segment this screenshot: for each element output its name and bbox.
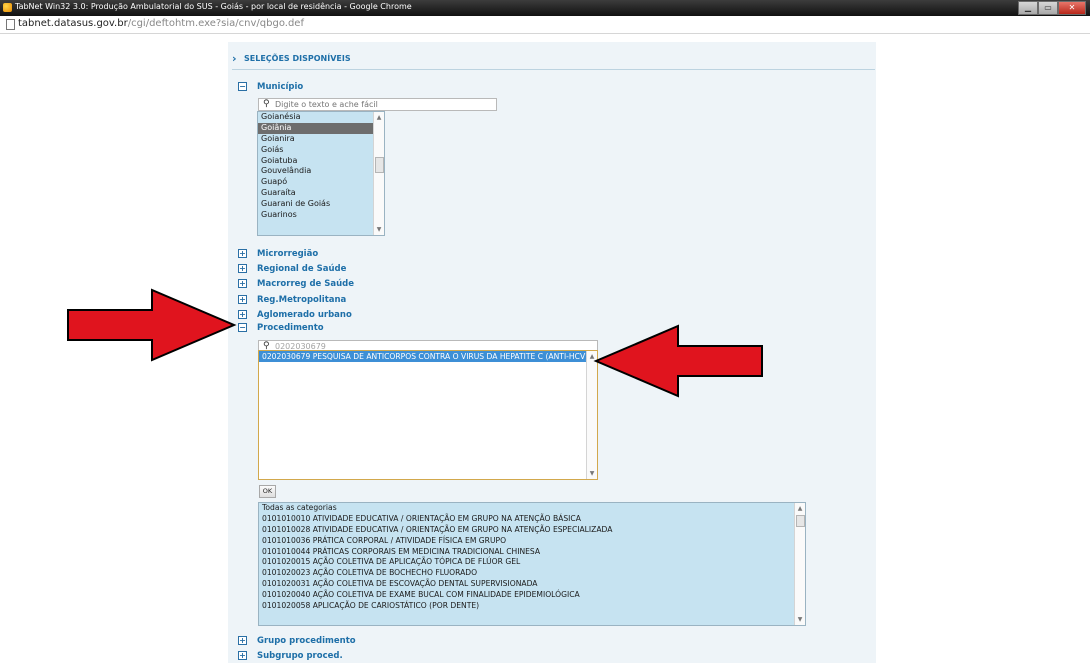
- expand-toggle-icon[interactable]: +: [238, 636, 247, 645]
- municipio-option[interactable]: Goiás: [258, 145, 384, 156]
- search-icon: ⚲: [263, 99, 270, 109]
- municipio-option[interactable]: Guapó: [258, 177, 384, 188]
- url-text[interactable]: tabnet.datasus.gov.br/cgi/deftohtm.exe?s…: [18, 18, 304, 29]
- section-label[interactable]: Subgrupo proced.: [257, 651, 343, 661]
- municipio-option[interactable]: Goiatuba: [258, 156, 384, 167]
- municipio-listbox[interactable]: Goianésia Goiânia Goianira Goiás Goiatuba Gou…: [257, 111, 385, 236]
- ok-button[interactable]: OK: [259, 485, 276, 498]
- procedimento-label[interactable]: Procedimento: [257, 323, 324, 333]
- scroll-down-icon[interactable]: ▼: [587, 469, 597, 478]
- expand-toggle-icon[interactable]: +: [238, 264, 247, 274]
- minimize-button[interactable]: ▁: [1018, 1, 1038, 15]
- scroll-down-icon[interactable]: ▼: [374, 225, 384, 234]
- category-option[interactable]: 0101020031 AÇÃO COLETIVA DE ESCOVAÇÃO DE…: [259, 579, 805, 590]
- expand-toggle-icon[interactable]: +: [238, 279, 247, 289]
- scrollbar[interactable]: ▲ ▼: [373, 112, 384, 235]
- section-title: SELEÇÕES DISPONÍVEIS: [244, 54, 351, 63]
- municipio-collapse-toggle[interactable]: −: [238, 82, 247, 91]
- procedimento-result-listbox[interactable]: 0202030679 PESQUISA DE ANTICORPOS CONTRA…: [258, 350, 598, 480]
- scrollbar[interactable]: ▲ ▼: [794, 503, 805, 625]
- category-option[interactable]: 0101020058 APLICAÇÃO DE CARIOSTÁTICO (PO…: [259, 601, 805, 612]
- category-option[interactable]: 0101010044 PRÁTICAS CORPORAIS EM MEDICIN…: [259, 547, 805, 558]
- category-option[interactable]: Todas as categorias: [259, 503, 805, 514]
- chevron-right-icon: ›: [232, 52, 237, 65]
- close-button[interactable]: ✕: [1058, 1, 1086, 15]
- category-option[interactable]: 0101020040 AÇÃO COLETIVA DE EXAME BUCAL …: [259, 590, 805, 601]
- url-host: tabnet.datasus.gov.br: [18, 18, 128, 29]
- expand-toggle-icon[interactable]: +: [238, 249, 247, 258]
- section-label[interactable]: Grupo procedimento: [257, 636, 356, 646]
- red-arrow-left-icon: [593, 324, 763, 398]
- municipio-items: Goianésia Goiânia Goianira Goiás Goiatuba Gou…: [258, 112, 384, 221]
- municipio-label[interactable]: Município: [257, 82, 303, 92]
- scroll-down-icon[interactable]: ▼: [795, 615, 805, 624]
- scroll-thumb[interactable]: [375, 157, 384, 173]
- expand-toggle-icon[interactable]: +: [238, 294, 247, 304]
- municipio-option[interactable]: Guarani de Goiás: [258, 199, 384, 210]
- section-label[interactable]: Reg.Metropolitana: [257, 295, 346, 305]
- address-bar[interactable]: tabnet.datasus.gov.br/cgi/deftohtm.exe?s…: [0, 16, 1090, 34]
- municipio-option[interactable]: Guarinos: [258, 210, 384, 221]
- procedimento-collapse-toggle[interactable]: −: [238, 323, 247, 332]
- scroll-up-icon[interactable]: ▲: [795, 504, 805, 513]
- window-title: TabNet Win32 3.0: Produção Ambulatorial …: [15, 2, 412, 11]
- section-label[interactable]: Microrregião: [257, 249, 318, 259]
- scroll-thumb[interactable]: [796, 515, 805, 527]
- categories-items: Todas as categorias 0101010010 ATIVIDADE …: [259, 503, 805, 612]
- municipio-search-input[interactable]: [275, 99, 475, 110]
- municipio-option[interactable]: Guaraíta: [258, 188, 384, 199]
- scroll-up-icon[interactable]: ▲: [374, 113, 384, 122]
- municipio-search[interactable]: ⚲: [258, 98, 497, 111]
- url-path: /cgi/deftohtm.exe?sia/cnv/qbgo.def: [127, 18, 304, 29]
- municipio-option[interactable]: Goianésia: [258, 112, 384, 123]
- category-option[interactable]: 0101010036 PRÁTICA CORPORAL / ATIVIDADE …: [259, 536, 805, 547]
- municipio-option[interactable]: Gouvelândia: [258, 166, 384, 177]
- category-option[interactable]: 0101020015 AÇÃO COLETIVA DE APLICAÇÃO TÓ…: [259, 557, 805, 568]
- app-icon: [3, 3, 12, 12]
- section-label[interactable]: Regional de Saúde: [257, 264, 346, 274]
- selected-procedure[interactable]: 0202030679 PESQUISA DE ANTICORPOS CONTRA…: [259, 351, 592, 362]
- category-option[interactable]: 0101010028 ATIVIDADE EDUCATIVA / ORIENTA…: [259, 525, 805, 536]
- window-controls: ▁ ▭ ✕: [1018, 1, 1086, 15]
- category-option[interactable]: 0101020023 AÇÃO COLETIVA DE BOCHECHO FLU…: [259, 568, 805, 579]
- section-label[interactable]: Macrorreg de Saúde: [257, 279, 354, 289]
- expand-toggle-icon[interactable]: +: [238, 309, 247, 319]
- section-label[interactable]: Aglomerado urbano: [257, 310, 352, 320]
- maximize-button[interactable]: ▭: [1038, 1, 1058, 15]
- procedimento-categories-listbox[interactable]: Todas as categorias 0101010010 ATIVIDADE …: [258, 502, 806, 626]
- red-arrow-right-icon: [67, 288, 237, 362]
- category-option[interactable]: 0101010010 ATIVIDADE EDUCATIVA / ORIENTA…: [259, 514, 805, 525]
- page-icon: [6, 19, 15, 30]
- expand-toggle-icon[interactable]: +: [238, 651, 247, 660]
- section-header: › SELEÇÕES DISPONÍVEIS: [232, 52, 875, 70]
- municipio-option[interactable]: Goianira: [258, 134, 384, 145]
- municipio-option[interactable]: Goiânia: [258, 122, 384, 134]
- window-titlebar: TabNet Win32 3.0: Produção Ambulatorial …: [0, 0, 1090, 16]
